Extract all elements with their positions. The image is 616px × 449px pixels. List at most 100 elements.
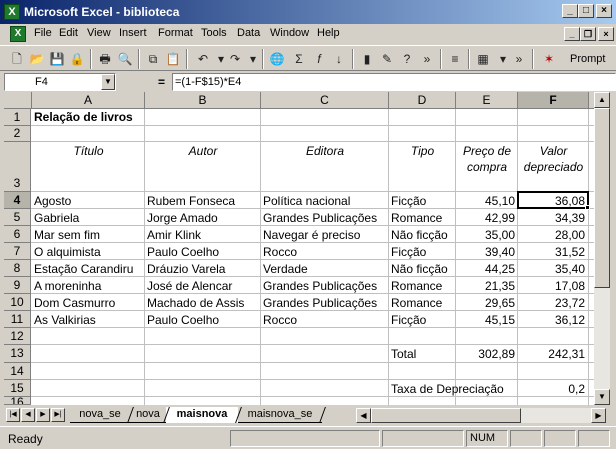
cell-titulo[interactable]: As Valkirias [34,312,144,328]
cell-preco[interactable]: 45,10 [456,193,515,209]
maximize-button[interactable]: □ [578,4,594,18]
excel-app-icon[interactable]: X [4,4,20,20]
cell-titulo[interactable]: O alquimista [34,244,144,260]
cell-autor[interactable]: Paulo Coelho [147,312,260,328]
prev-sheet-icon[interactable]: ◀ [21,408,35,422]
header-preco-line1[interactable]: Preço de [456,143,518,159]
row-header-1[interactable]: 1 [4,109,31,126]
cell-tipo[interactable]: Não ficção [391,227,455,243]
sort-ascending-icon[interactable]: ↓ [330,50,348,68]
column-header-b[interactable]: B [145,92,261,109]
more-buttons-icon[interactable]: » [418,50,436,68]
cell-valor[interactable]: 36,12 [518,312,585,328]
workbook-icon[interactable]: X [10,26,26,42]
row-header-16[interactable]: 16 [4,397,31,405]
cell-editora[interactable]: Rocco [263,244,388,260]
scroll-up-icon[interactable]: ▲ [594,92,610,108]
column-header-e[interactable]: E [456,92,518,109]
undo-icon[interactable]: ↶ [194,50,212,68]
cell-preco[interactable]: 39,40 [456,244,515,260]
menu-file[interactable]: File [34,27,52,39]
cell-autor[interactable]: José de Alencar [147,278,260,294]
hyperlink-icon[interactable]: 🌐 [268,50,286,68]
copy-icon[interactable]: ⧉ [144,50,162,68]
menu-edit[interactable]: Edit [59,27,78,39]
chart-wizard-icon[interactable]: ▮ [358,50,376,68]
cell-preco[interactable]: 29,65 [456,295,515,311]
row-header-5[interactable]: 5 [4,209,31,226]
header-valor-line1[interactable]: Valor [518,143,589,159]
row-header-10[interactable]: 10 [4,294,31,311]
row-header-15[interactable]: 15 [4,380,31,397]
row-header-9[interactable]: 9 [4,277,31,294]
header-preco-line2[interactable]: compra [456,159,518,175]
cell-titulo[interactable]: Mar sem fim [34,227,144,243]
cell-tipo[interactable]: Romance [391,210,455,226]
doc-close-button[interactable]: × [598,27,614,41]
name-box[interactable]: F4 ▼ [4,73,116,91]
menu-view[interactable]: View [87,27,111,39]
minimize-button[interactable]: _ [562,4,578,18]
cell-editora[interactable]: Verdade [263,261,388,277]
sheet-tab-nova-se[interactable]: nova_se [70,407,130,423]
row-header-2[interactable]: 2 [4,126,31,142]
formula-equals[interactable]: = [158,75,165,89]
first-sheet-icon[interactable]: |◀ [6,408,20,422]
worksheet-grid[interactable]: A B C D E F 1 2 3 4 5 6 7 8 9 10 11 12 1… [4,92,594,405]
scroll-right-icon[interactable]: ▶ [591,408,606,423]
row-header-4[interactable]: 4 [4,192,31,209]
row-header-13[interactable]: 13 [4,345,31,363]
cell-autor[interactable]: Rubem Fonseca [147,193,260,209]
sheet-tab-nova[interactable]: nova [130,407,166,423]
cell-titulo[interactable]: Agosto [34,193,144,209]
prompt-label[interactable]: Prompt [570,53,605,65]
cell-preco[interactable]: 44,25 [456,261,515,277]
print-icon[interactable]: 🖶 [96,50,114,68]
more-buttons-icon[interactable]: » [510,50,528,68]
cell-editora[interactable]: Política nacional [263,193,388,209]
row-header-6[interactable]: 6 [4,226,31,243]
cell-preco[interactable]: 35,00 [456,227,515,243]
total-preco[interactable]: 302,89 [456,346,515,362]
open-icon[interactable]: 📂 [28,50,46,68]
row-header-12[interactable]: 12 [4,328,31,345]
total-valor[interactable]: 242,31 [518,346,585,362]
sheet-title-cell[interactable]: Relação de livros [34,109,254,125]
new-icon[interactable]: 🗋 [8,50,26,68]
cell-valor[interactable]: 34,39 [518,210,585,226]
last-sheet-icon[interactable]: ▶| [51,408,65,422]
doc-minimize-button[interactable]: _ [564,27,580,41]
select-all-corner[interactable] [4,92,32,109]
taxa-label[interactable]: Taxa de Depreciação [391,381,517,397]
cell-autor[interactable]: Jorge Amado [147,210,260,226]
cell-autor[interactable]: Amir Klink [147,227,260,243]
header-tipo[interactable]: Tipo [389,143,456,159]
autosum-icon[interactable]: Σ [290,50,308,68]
function-icon[interactable]: f [310,50,328,68]
row-header-11[interactable]: 11 [4,311,31,328]
menu-help[interactable]: Help [317,27,340,39]
sheet-tab-maisnova-se[interactable]: maisnova_se [238,407,322,423]
cell-editora[interactable]: Grandes Publicações [263,295,388,311]
menu-format[interactable]: Format [158,27,193,39]
fill-handle[interactable] [585,205,590,210]
cell-autor[interactable]: Dráuzio Varela [147,261,260,277]
menu-insert[interactable]: Insert [119,27,147,39]
total-label[interactable]: Total [391,346,455,362]
cell-preco[interactable]: 42,99 [456,210,515,226]
scroll-left-icon[interactable]: ◀ [356,408,371,423]
name-box-dropdown-icon[interactable]: ▼ [101,74,115,90]
column-header-a[interactable]: A [32,92,145,109]
scroll-down-icon[interactable]: ▼ [594,389,610,405]
scroll-thumb[interactable] [594,108,610,288]
formula-input[interactable]: =(1-F$15)*E4 [172,73,616,91]
drawing-icon[interactable]: ✎ [378,50,396,68]
permission-icon[interactable]: 🔒 [68,50,86,68]
menu-data[interactable]: Data [237,27,260,39]
cell-tipo[interactable]: Ficção [391,244,455,260]
cell-valor[interactable]: 35,40 [518,261,585,277]
cell-editora[interactable]: Grandes Publicações [263,210,388,226]
cell-editora[interactable]: Rocco [263,312,388,328]
redo-icon[interactable]: ↷ [226,50,244,68]
header-autor[interactable]: Autor [145,143,261,159]
